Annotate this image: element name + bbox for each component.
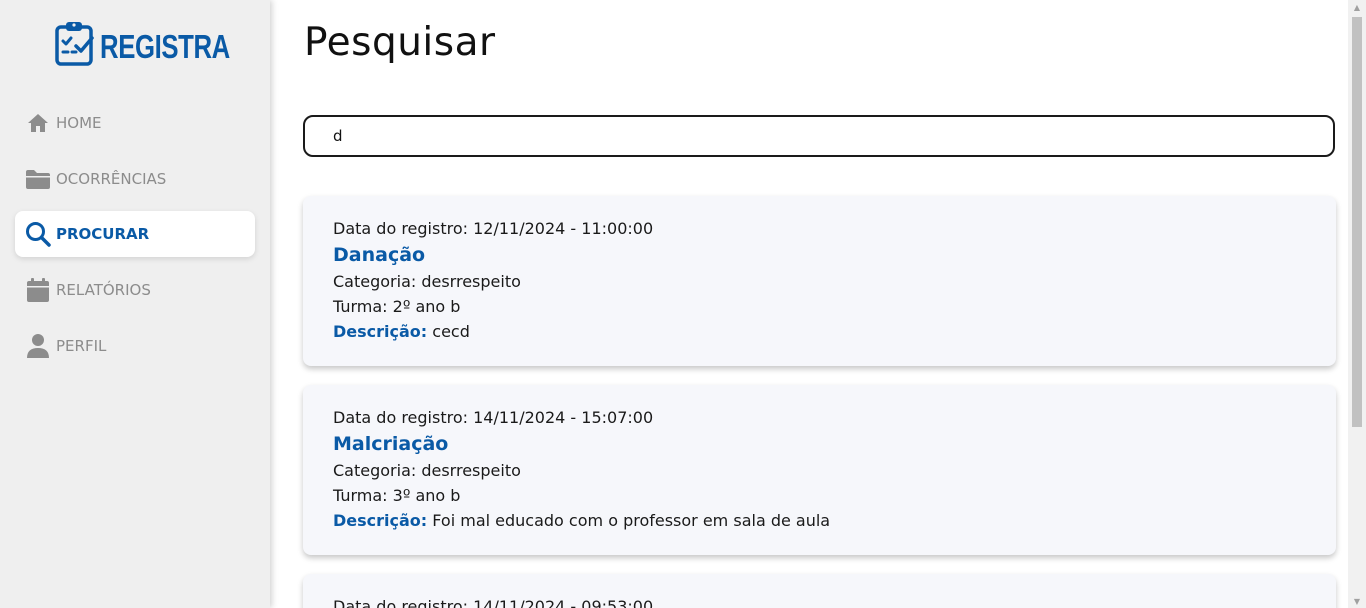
result-date: Data do registro: 14/11/2024 - 15:07:00: [333, 408, 654, 427]
scroll-down-arrow-icon[interactable]: ▼: [1348, 594, 1366, 608]
search-input[interactable]: [303, 115, 1335, 157]
sidebar-item-home[interactable]: HOME: [15, 100, 255, 146]
description-label: Descrição:: [333, 511, 428, 530]
sidebar-item-label: PROCURAR: [56, 225, 150, 244]
result-date: Data do registro: 12/11/2024 - 11:00:00: [333, 219, 654, 238]
description-text: Foi mal educado com o professor em sala …: [432, 511, 831, 530]
description-text: cecd: [432, 322, 470, 341]
result-class: Turma: 3º ano b: [333, 486, 461, 505]
user-icon: [25, 333, 51, 359]
result-class: Turma: 2º ano b: [333, 297, 461, 316]
sidebar-nav: HOME OCORRÊNCIAS PROCURAR RELATÓRIOS PER…: [15, 100, 255, 378]
result-card[interactable]: Data do registro: 14/11/2024 - 15:07:00 …: [303, 385, 1336, 555]
sidebar-item-label: RELATÓRIOS: [56, 281, 151, 300]
sidebar-item-label: HOME: [56, 114, 102, 132]
calendar-icon: [25, 277, 51, 303]
result-category: Categoria: desrrespeito: [333, 272, 521, 291]
main-content: Pesquisar Data do registro: 12/11/2024 -…: [270, 0, 1348, 608]
result-description: Descrição: cecd: [333, 319, 1306, 344]
result-card[interactable]: Data do registro: 14/11/2024 - 09:53:00: [303, 574, 1336, 608]
home-icon: [25, 110, 51, 136]
scrollbar-thumb[interactable]: [1352, 17, 1362, 427]
result-card[interactable]: Data do registro: 12/11/2024 - 11:00:00 …: [303, 196, 1336, 366]
result-title: Malcriação: [333, 433, 449, 455]
result-category: Categoria: desrrespeito: [333, 461, 521, 480]
sidebar-item-perfil[interactable]: PERFIL: [15, 323, 255, 369]
scrollbar[interactable]: ▲ ▼: [1348, 0, 1366, 608]
sidebar-item-procurar[interactable]: PROCURAR: [15, 211, 255, 258]
folder-icon: [25, 166, 51, 192]
page-title: Pesquisar: [304, 20, 496, 65]
sidebar: REGISTRA HOME OCORRÊNCIAS PROCURAR RELAT…: [0, 0, 270, 608]
search-icon: [25, 221, 51, 248]
result-title: Danação: [333, 244, 426, 266]
sidebar-item-label: OCORRÊNCIAS: [56, 169, 167, 188]
logo-text: REGISTRA: [100, 27, 230, 65]
result-date: Data do registro: 14/11/2024 - 09:53:00: [333, 597, 654, 608]
scroll-up-arrow-icon[interactable]: ▲: [1348, 0, 1366, 14]
app-window: REGISTRA HOME OCORRÊNCIAS PROCURAR RELAT…: [0, 0, 1366, 608]
logo[interactable]: REGISTRA: [54, 20, 267, 66]
sidebar-item-relatorios[interactable]: RELATÓRIOS: [15, 267, 255, 313]
sidebar-item-ocorrencias[interactable]: OCORRÊNCIAS: [15, 156, 255, 202]
sidebar-item-label: PERFIL: [56, 336, 107, 355]
result-description: Descrição: Foi mal educado com o profess…: [333, 508, 1306, 533]
clipboard-check-icon: [54, 20, 94, 66]
description-label: Descrição:: [333, 322, 428, 341]
